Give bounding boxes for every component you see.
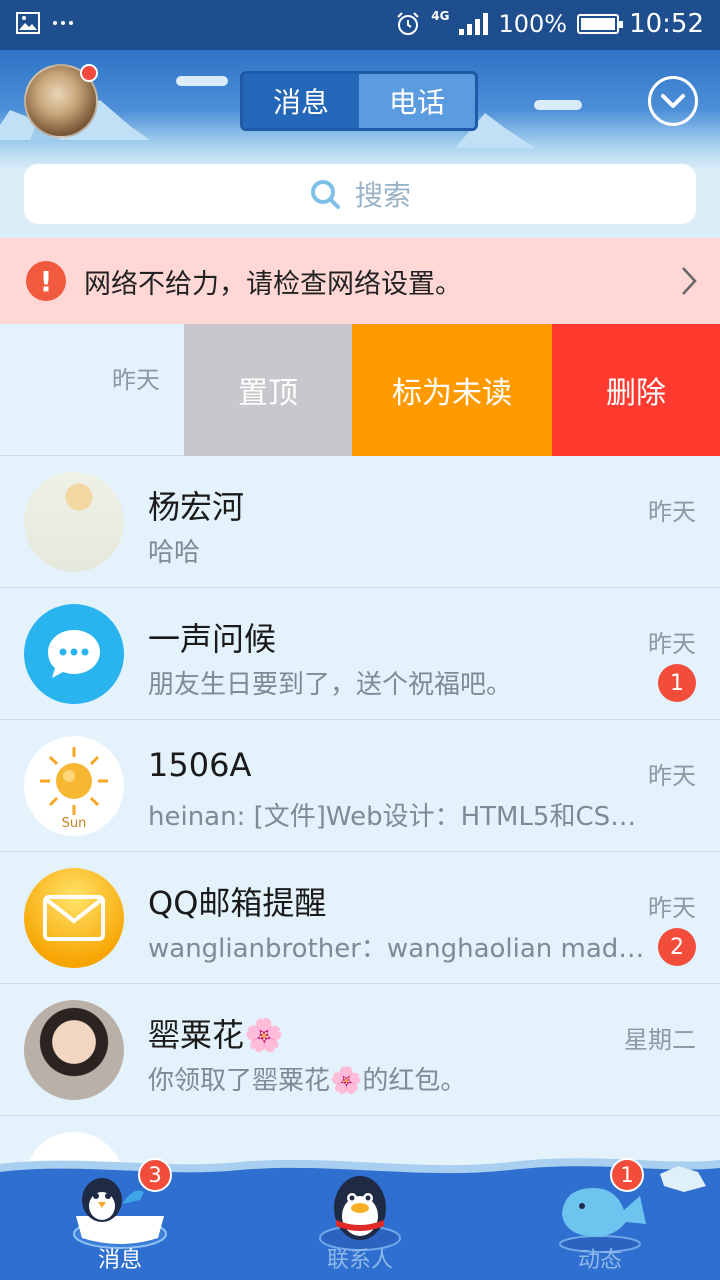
sun-avatar-text: Sun xyxy=(62,816,87,831)
chevron-right-icon xyxy=(682,267,697,295)
conversation-name: 1506A xyxy=(148,746,252,784)
tab-feeds[interactable]: 1 动态 xyxy=(480,1150,720,1280)
battery-percent: 100% xyxy=(498,10,568,38)
search-icon xyxy=(310,180,340,209)
conversation-name: 杨宏河 xyxy=(148,488,245,526)
tab-calls[interactable]: 电话 xyxy=(359,74,475,128)
network-type: 4G xyxy=(431,9,450,23)
header: 消息 电话 搜索 xyxy=(0,50,720,238)
delete-button[interactable]: 删除 xyxy=(552,324,720,456)
tab-badge: 3 xyxy=(138,1158,172,1192)
chevron-down-icon xyxy=(661,94,685,108)
warning-icon: ! xyxy=(26,261,66,301)
mail-icon xyxy=(43,895,105,941)
mark-unread-button[interactable]: 标为未读 xyxy=(352,324,552,456)
penguin-icon xyxy=(319,1176,401,1251)
avatar xyxy=(24,604,124,704)
tab-messages-bottom[interactable]: 3 消息 xyxy=(0,1150,240,1280)
status-bar: 4G 100% 10:52 xyxy=(0,0,720,50)
network-error-banner[interactable]: ! 网络不给力，请检查网络设置。 xyxy=(0,238,720,324)
sun-icon: Sun xyxy=(40,747,108,831)
search-placeholder: 搜索 xyxy=(354,179,411,212)
conversation-time: 昨天 xyxy=(648,630,696,658)
tab-contacts[interactable]: 联系人 xyxy=(240,1150,480,1280)
clock: 10:52 xyxy=(629,9,704,39)
conversation-message: 你领取了罂粟花🌸的红包。 xyxy=(148,1066,467,1096)
message-call-switch: 消息 电话 xyxy=(240,71,478,131)
conversation-message: 朋友生日要到了，送个祝福吧。 xyxy=(148,670,513,700)
list-item[interactable]: 一声问候 朋友生日要到了，送个祝福吧。 昨天 1 xyxy=(0,588,720,720)
pin-button[interactable]: 置顶 xyxy=(184,324,352,456)
more-button[interactable] xyxy=(648,76,698,126)
avatar xyxy=(24,1000,124,1100)
swiped-conversation-row[interactable]: 昨天 置顶 标为未读 删除 xyxy=(0,324,720,456)
conversation-time: 昨天 xyxy=(648,498,696,526)
avatar xyxy=(24,472,124,572)
ice-cube-icon xyxy=(660,1166,706,1192)
conversation-message: heinan: [文件]Web设计：HTML5和CSS3… xyxy=(148,802,648,832)
more-icon xyxy=(53,21,73,25)
chat-bubble-icon xyxy=(48,630,100,678)
tab-messages[interactable]: 消息 xyxy=(243,74,359,128)
conversation-name: QQ邮箱提醒 xyxy=(148,884,327,922)
list-item[interactable]: 杨宏河 哈哈 昨天 xyxy=(0,456,720,588)
unread-badge: 2 xyxy=(658,928,696,966)
tab-badge: 1 xyxy=(610,1158,644,1192)
conversation-message: wanglianbrother：wanghaolian mad… xyxy=(148,934,645,964)
tab-label: 动态 xyxy=(577,1248,622,1273)
conversation-name: 一声问候 xyxy=(148,620,277,658)
list-item[interactable]: 罂粟花🌸 你领取了罂粟花🌸的红包。 星期二 xyxy=(0,984,720,1116)
avatar xyxy=(24,868,124,968)
conversation-message: 哈哈 xyxy=(148,538,201,568)
avatar-notification-dot xyxy=(80,64,98,82)
battery-icon xyxy=(577,14,624,34)
unread-badge: 1 xyxy=(658,664,696,702)
alarm-icon xyxy=(397,12,419,35)
conversation-name: 罂粟花🌸 xyxy=(148,1016,284,1054)
image-icon xyxy=(16,12,40,34)
conversation-time: 昨天 xyxy=(648,762,696,790)
conversation-time: 星期二 xyxy=(624,1026,696,1054)
banner-text: 网络不给力，请检查网络设置。 xyxy=(84,268,462,300)
bottom-tab-bar: 3 消息 联系人 1 动态 xyxy=(0,1150,720,1280)
list-item[interactable]: Sun 1506A heinan: [文件]Web设计：HTML5和CSS3… … xyxy=(0,720,720,852)
signal-icon xyxy=(459,13,489,35)
tab-label: 联系人 xyxy=(326,1248,393,1273)
tab-label: 消息 xyxy=(97,1248,142,1273)
list-item[interactable]: QQ邮箱提醒 wanglianbrother：wanghaolian mad… … xyxy=(0,852,720,984)
conversation-time: 昨天 xyxy=(648,894,696,922)
avatar: Sun xyxy=(24,736,124,836)
conversation-time: 昨天 xyxy=(112,366,160,394)
search-bar[interactable]: 搜索 xyxy=(24,164,696,224)
